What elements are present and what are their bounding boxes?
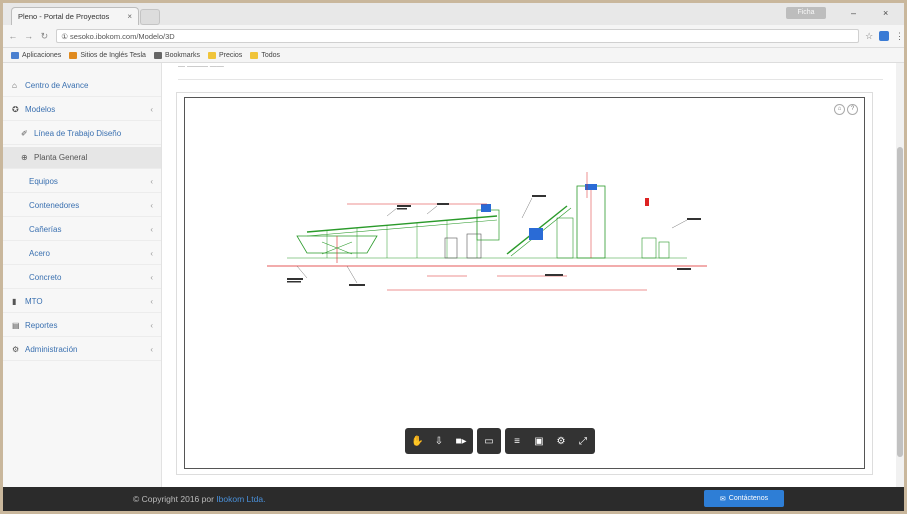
- window-close-icon[interactable]: ×: [883, 8, 888, 18]
- report-icon: ▤: [12, 321, 20, 330]
- user-badge[interactable]: Ficha: [786, 7, 826, 19]
- mto-icon: ▮: [12, 297, 17, 306]
- browser-tab[interactable]: Pleno - Portal de Proyectos ×: [11, 7, 139, 25]
- folder-icon: [69, 51, 78, 59]
- sidebar-item-equipos[interactable]: Equipos ‹: [3, 171, 161, 193]
- sidebar-item-mto[interactable]: ▮ MTO ‹: [3, 291, 161, 313]
- sidebar-item-centro-avance[interactable]: ⌂ Centro de Avance: [3, 75, 161, 97]
- sidebar-item-concreto[interactable]: Concreto ‹: [3, 267, 161, 289]
- fullscreen-icon[interactable]: ⤢: [577, 436, 589, 447]
- toolbar-group-tools: ≡ ▣ ⚙ ⤢: [505, 428, 595, 454]
- sidebar-item-reportes[interactable]: ▤ Reportes ‹: [3, 315, 161, 337]
- bookmark-precios[interactable]: Precios: [207, 51, 242, 59]
- bookmark-tesla[interactable]: Sitios de Inglés Tesla: [69, 51, 146, 59]
- chevron-down-icon: ‹: [150, 105, 153, 114]
- sidebar: ⌂ Centro de Avance ✪ Modelos ‹ ✐ Línea d…: [3, 63, 162, 487]
- apps-icon: [11, 51, 19, 59]
- sidebar-item-planta-general[interactable]: ⊕ Planta General: [3, 147, 161, 169]
- properties-icon[interactable]: ▣: [533, 436, 545, 447]
- brand-link[interactable]: Ibokom Ltda.: [216, 494, 265, 504]
- viewer-toolbar: ✋ ⇩ ■▸ ▭ ≡ ▣ ⚙ ⤢: [405, 428, 595, 454]
- tank-c: [641, 237, 657, 259]
- copyright-text: © Copyright 2016 por Ibokom Ltda.: [133, 494, 266, 504]
- chevron-icon: ‹: [150, 201, 153, 210]
- chevron-icon: ‹: [150, 297, 153, 306]
- chevron-icon: ‹: [150, 249, 153, 258]
- sidebar-item-contenedores[interactable]: Contenedores ‹: [3, 195, 161, 217]
- camera-icon[interactable]: ■▸: [455, 436, 467, 447]
- tank-b: [466, 233, 482, 259]
- settings-icon[interactable]: ⚙: [555, 436, 567, 447]
- page-scrollbar[interactable]: [896, 63, 904, 487]
- zoom-icon[interactable]: ⇩: [433, 436, 445, 447]
- home-icon: ⌂: [12, 81, 17, 90]
- chevron-icon: ‹: [150, 345, 153, 354]
- leaders: [296, 197, 688, 284]
- gear-icon: ⚙: [12, 345, 20, 354]
- divider: [178, 79, 883, 80]
- conveyor-lower: [306, 219, 498, 237]
- minimize-icon[interactable]: –: [851, 8, 856, 18]
- building-a: [476, 209, 500, 241]
- chevron-icon: ‹: [150, 225, 153, 234]
- home-view-icon[interactable]: ⌂: [834, 104, 845, 115]
- sidebar-item-modelos[interactable]: ✪ Modelos ‹: [3, 99, 161, 121]
- annotation-blocks: [287, 195, 701, 286]
- mail-icon: ✉: [719, 495, 726, 503]
- folder-icon: [207, 51, 216, 59]
- contact-label: Contáctenos: [728, 495, 769, 502]
- star-icon: [153, 51, 162, 59]
- extension-icon[interactable]: [879, 31, 890, 41]
- browser-window: Pleno - Portal de Proyectos × Ficha – × …: [3, 3, 904, 511]
- models-icon: ✪: [12, 105, 19, 114]
- pencil-icon: ✐: [21, 129, 28, 138]
- help-icon[interactable]: ?: [847, 104, 858, 115]
- tab-strip: Pleno - Portal de Proyectos × Ficha – ×: [3, 3, 904, 25]
- url-input[interactable]: ① sesoko.ibokom.com/Modelo/3D: [56, 29, 860, 43]
- breadcrumb: — ——— ——: [178, 63, 224, 70]
- folder-icon: [250, 51, 259, 59]
- main-content: — ——— —— ⌂ ? ✋ ⇩ ■▸ ▭ ≡ ▣ ⚙ ⤢: [162, 63, 904, 487]
- reload-icon[interactable]: ↻: [39, 31, 51, 42]
- plant-drawing: [267, 172, 707, 291]
- bookmark-apps[interactable]: Aplicaciones: [11, 51, 61, 59]
- cad-viewer[interactable]: ⌂ ? ✋ ⇩ ■▸ ▭ ≡ ▣ ⚙ ⤢: [184, 97, 865, 469]
- chevron-icon: ‹: [150, 321, 153, 330]
- measure-icon[interactable]: ▭: [483, 436, 495, 447]
- bookmark-bookmarks[interactable]: Bookmarks: [153, 51, 200, 59]
- forward-icon[interactable]: →: [23, 31, 35, 41]
- dimension-lines: [347, 172, 647, 291]
- sidebar-item-linea-trabajo[interactable]: ✐ Línea de Trabajo Diseño: [3, 123, 161, 145]
- marker-red: [645, 198, 649, 206]
- toolbar-group-navigation: ✋ ⇩ ■▸: [405, 428, 473, 454]
- new-tab-button[interactable]: [140, 9, 160, 25]
- sidebar-item-canerias[interactable]: Cañerías ‹: [3, 219, 161, 241]
- address-bar: ← → ↻ ① sesoko.ibokom.com/Modelo/3D ☆ ⋮: [3, 25, 904, 48]
- sidebar-item-acero[interactable]: Acero ‹: [3, 243, 161, 265]
- footer: © Copyright 2016 por Ibokom Ltda. ✉ Cont…: [3, 487, 904, 511]
- bookmark-star-icon[interactable]: ☆: [865, 31, 873, 42]
- chevron-icon: ‹: [150, 177, 153, 186]
- sidebar-item-administracion[interactable]: ⚙ Administración ‹: [3, 339, 161, 361]
- conveyor: [306, 215, 498, 233]
- toolbar-group-measure: ▭: [477, 428, 501, 454]
- pan-icon[interactable]: ✋: [411, 436, 423, 447]
- bookmarks-bar: Aplicaciones Sitios de Inglés Tesla Book…: [3, 48, 904, 63]
- tab-title: Pleno - Portal de Proyectos: [18, 12, 110, 21]
- motor-a: [481, 204, 491, 212]
- back-icon[interactable]: ←: [7, 31, 19, 41]
- tank-d: [658, 241, 670, 259]
- structure-b: [556, 217, 574, 259]
- screen-unit: [529, 228, 543, 240]
- tab-close-icon[interactable]: ×: [127, 12, 138, 21]
- browser-menu-icon[interactable]: ⋮: [895, 31, 904, 42]
- globe-icon: ⊕: [21, 153, 28, 162]
- scrollbar-thumb[interactable]: [897, 147, 903, 457]
- layers-icon[interactable]: ≡: [511, 436, 523, 447]
- chevron-icon: ‹: [150, 273, 153, 282]
- bookmark-todos[interactable]: Todos: [250, 51, 280, 59]
- contact-button[interactable]: ✉ Contáctenos: [704, 490, 784, 507]
- viewer-icon-group: ⌂ ?: [834, 104, 858, 115]
